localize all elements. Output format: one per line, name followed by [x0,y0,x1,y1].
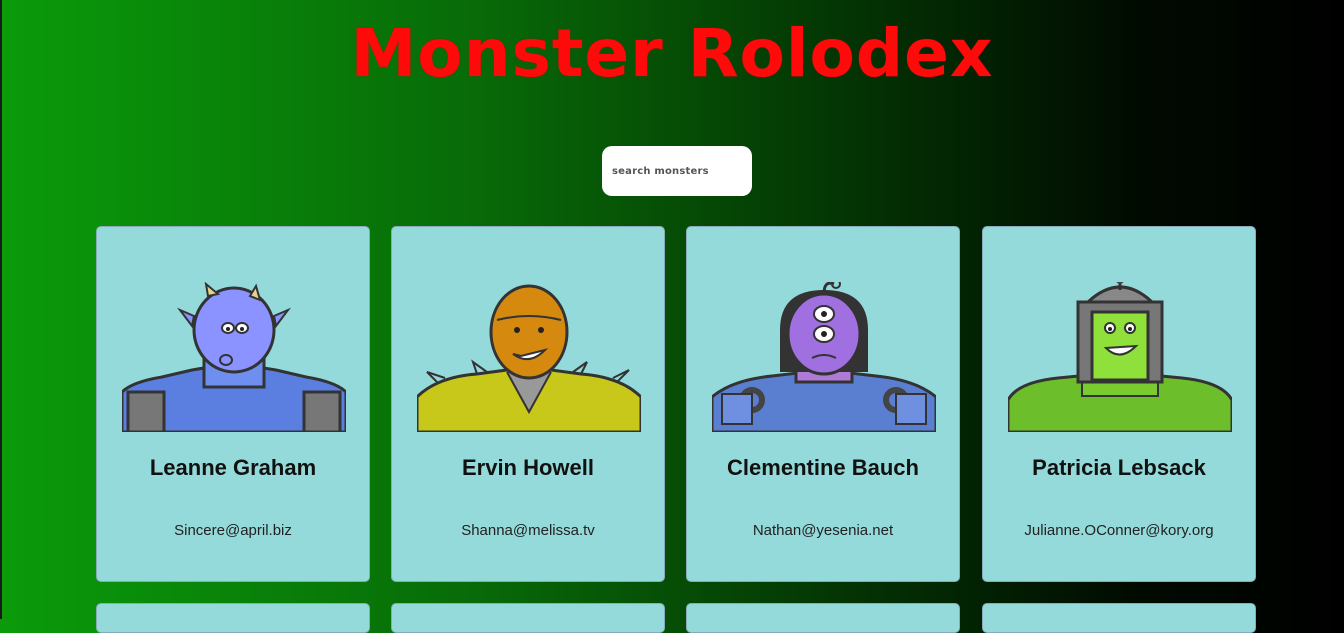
monster-name: Patricia Lebsack [1032,455,1206,480]
page-title: Monster Rolodex [350,15,994,92]
monster-email: Julianne.OConner@kory.org [1024,522,1214,539]
monster-card[interactable] [982,603,1256,633]
green-helmet-monster-icon [1008,282,1232,432]
monster-name: Ervin Howell [461,455,595,480]
monster-card[interactable]: Leanne Graham Sincere@april.biz [96,226,370,582]
monster-email: Nathan@yesenia.net [752,522,894,539]
orange-spiky-monster-icon [417,284,641,432]
monster-card[interactable] [96,603,370,633]
monster-card[interactable]: Patricia Lebsack Julianne.OConner@kory.o… [982,226,1256,582]
monster-card[interactable] [391,603,665,633]
purple-cyclops-robot-monster-icon [712,282,936,432]
monster-card[interactable] [686,603,960,633]
monster-card[interactable]: Clementine Bauch Nathan@yesenia.net [686,226,960,582]
monster-name: Clementine Bauch [727,455,919,480]
monster-email: Sincere@april.biz [174,522,292,539]
monster-card[interactable]: Ervin Howell Shanna@melissa.tv [391,226,665,582]
monster-name: Leanne Graham [149,455,317,480]
search-input[interactable] [602,146,752,196]
monster-email: Shanna@melissa.tv [461,522,595,539]
blue-horned-monster-icon [122,282,346,432]
